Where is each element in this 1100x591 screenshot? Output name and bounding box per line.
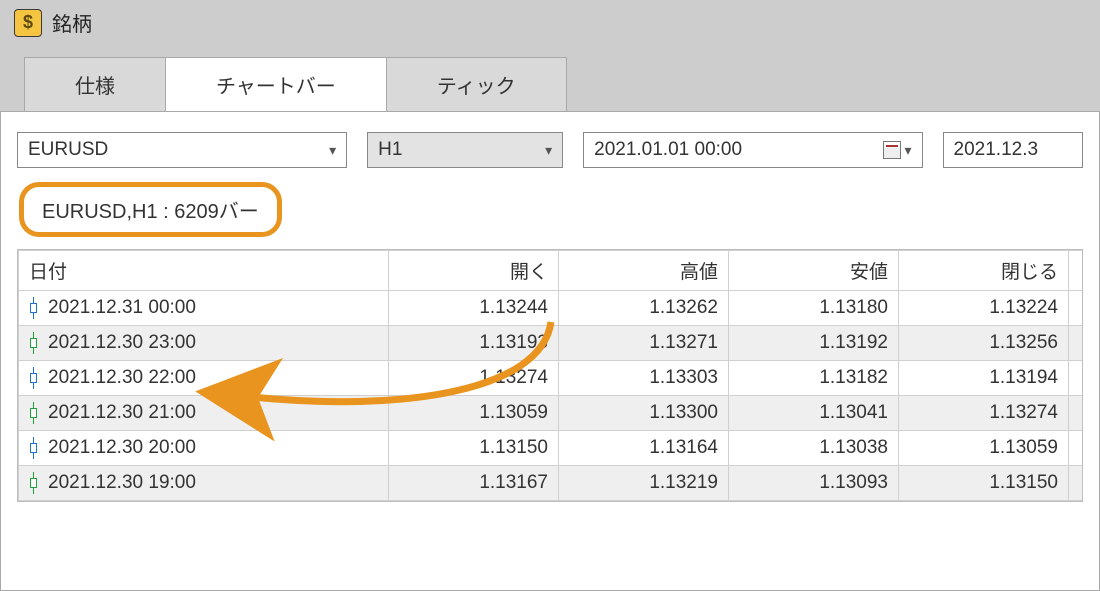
date-from-value: 2021.01.01 00:00 — [594, 139, 742, 161]
candle-icon — [29, 367, 38, 389]
chevron-down-icon: ▾ — [329, 142, 336, 159]
tabs: 仕様 チャートバー ティック — [0, 57, 1100, 111]
date-text: 2021.12.30 20:00 — [48, 437, 196, 459]
calendar-icon — [883, 141, 901, 159]
cell-low: 1.13093 — [729, 466, 899, 501]
cell-high: 1.13219 — [559, 466, 729, 501]
cell-extra — [1069, 466, 1084, 501]
cell-low: 1.13182 — [729, 361, 899, 396]
filter-row: EURUSD ▾ H1 ▾ 2021.01.01 00:00 ▾ 2021.12… — [1, 132, 1099, 182]
cell-close: 1.13224 — [899, 291, 1069, 326]
cell-close: 1.13059 — [899, 431, 1069, 466]
cell-date: 2021.12.30 19:00 — [19, 466, 389, 501]
cell-date: 2021.12.30 21:00 — [19, 396, 389, 431]
cell-extra — [1069, 291, 1084, 326]
table-row[interactable]: 2021.12.30 19:00 1.131671.132191.130931.1… — [19, 466, 1084, 501]
date-text: 2021.12.30 21:00 — [48, 402, 196, 424]
tab-tick[interactable]: ティック — [386, 57, 567, 111]
price-table: 日付 開く 高値 安値 閉じる テ 2021.12.31 00:00 1.1324… — [17, 249, 1083, 502]
period-select[interactable]: H1 ▾ — [367, 132, 563, 168]
bar-count-highlight: EURUSD,H1 : 6209バー — [19, 182, 282, 237]
cell-date: 2021.12.30 20:00 — [19, 431, 389, 466]
table-row[interactable]: 2021.12.30 23:00 1.131931.132711.131921.1… — [19, 326, 1084, 361]
table-row[interactable]: 2021.12.30 21:00 1.130591.133001.130411.1… — [19, 396, 1084, 431]
cell-open: 1.13059 — [389, 396, 559, 431]
date-text: 2021.12.30 19:00 — [48, 472, 196, 494]
cell-high: 1.13164 — [559, 431, 729, 466]
table-row[interactable]: 2021.12.30 22:00 1.132741.133031.131821.1… — [19, 361, 1084, 396]
cell-low: 1.13041 — [729, 396, 899, 431]
date-text: 2021.12.30 23:00 — [48, 332, 196, 354]
tab-chart-bar[interactable]: チャートバー — [165, 57, 387, 111]
main-panel: EURUSD ▾ H1 ▾ 2021.01.01 00:00 ▾ 2021.12… — [0, 111, 1100, 591]
cell-extra — [1069, 431, 1084, 466]
col-low[interactable]: 安値 — [729, 251, 899, 291]
date-text: 2021.12.31 00:00 — [48, 297, 196, 319]
cell-open: 1.13244 — [389, 291, 559, 326]
cell-low: 1.13192 — [729, 326, 899, 361]
cell-open: 1.13150 — [389, 431, 559, 466]
symbol-value: EURUSD — [28, 139, 108, 161]
dollar-icon: $ — [14, 9, 42, 37]
period-value: H1 — [378, 139, 402, 161]
symbol-select[interactable]: EURUSD ▾ — [17, 132, 347, 168]
col-high[interactable]: 高値 — [559, 251, 729, 291]
candle-icon — [29, 297, 38, 319]
candle-icon — [29, 332, 38, 354]
cell-date: 2021.12.31 00:00 — [19, 291, 389, 326]
chevron-down-icon: ▾ — [905, 142, 912, 159]
cell-close: 1.13150 — [899, 466, 1069, 501]
cell-date: 2021.12.30 23:00 — [19, 326, 389, 361]
col-close[interactable]: 閉じる — [899, 251, 1069, 291]
cell-extra — [1069, 326, 1084, 361]
candle-icon — [29, 472, 38, 494]
table-header-row: 日付 開く 高値 安値 閉じる テ — [19, 251, 1084, 291]
cell-extra — [1069, 361, 1084, 396]
status-row: EURUSD,H1 : 6209バー — [1, 182, 1099, 249]
cell-high: 1.13262 — [559, 291, 729, 326]
cell-extra — [1069, 396, 1084, 431]
table-row[interactable]: 2021.12.31 00:00 1.132441.132621.131801.1… — [19, 291, 1084, 326]
cell-low: 1.13038 — [729, 431, 899, 466]
titlebar: $ 銘柄 — [0, 0, 1100, 57]
date-to-picker[interactable]: 2021.12.3 — [943, 132, 1083, 168]
cell-high: 1.13271 — [559, 326, 729, 361]
cell-open: 1.13167 — [389, 466, 559, 501]
cell-low: 1.13180 — [729, 291, 899, 326]
cell-date: 2021.12.30 22:00 — [19, 361, 389, 396]
cell-open: 1.13274 — [389, 361, 559, 396]
cell-close: 1.13256 — [899, 326, 1069, 361]
cell-close: 1.13274 — [899, 396, 1069, 431]
cell-high: 1.13300 — [559, 396, 729, 431]
candle-icon — [29, 402, 38, 424]
col-extra[interactable]: テ — [1069, 251, 1084, 291]
date-from-picker[interactable]: 2021.01.01 00:00 ▾ — [583, 132, 922, 168]
cell-close: 1.13194 — [899, 361, 1069, 396]
tab-spec[interactable]: 仕様 — [24, 57, 166, 111]
col-date[interactable]: 日付 — [19, 251, 389, 291]
col-open[interactable]: 開く — [389, 251, 559, 291]
table-row[interactable]: 2021.12.30 20:00 1.131501.131641.130381.1… — [19, 431, 1084, 466]
chevron-down-icon: ▾ — [545, 142, 552, 159]
date-text: 2021.12.30 22:00 — [48, 367, 196, 389]
date-to-value: 2021.12.3 — [954, 139, 1039, 161]
cell-high: 1.13303 — [559, 361, 729, 396]
window-title: 銘柄 — [52, 8, 92, 37]
cell-open: 1.13193 — [389, 326, 559, 361]
candle-icon — [29, 437, 38, 459]
